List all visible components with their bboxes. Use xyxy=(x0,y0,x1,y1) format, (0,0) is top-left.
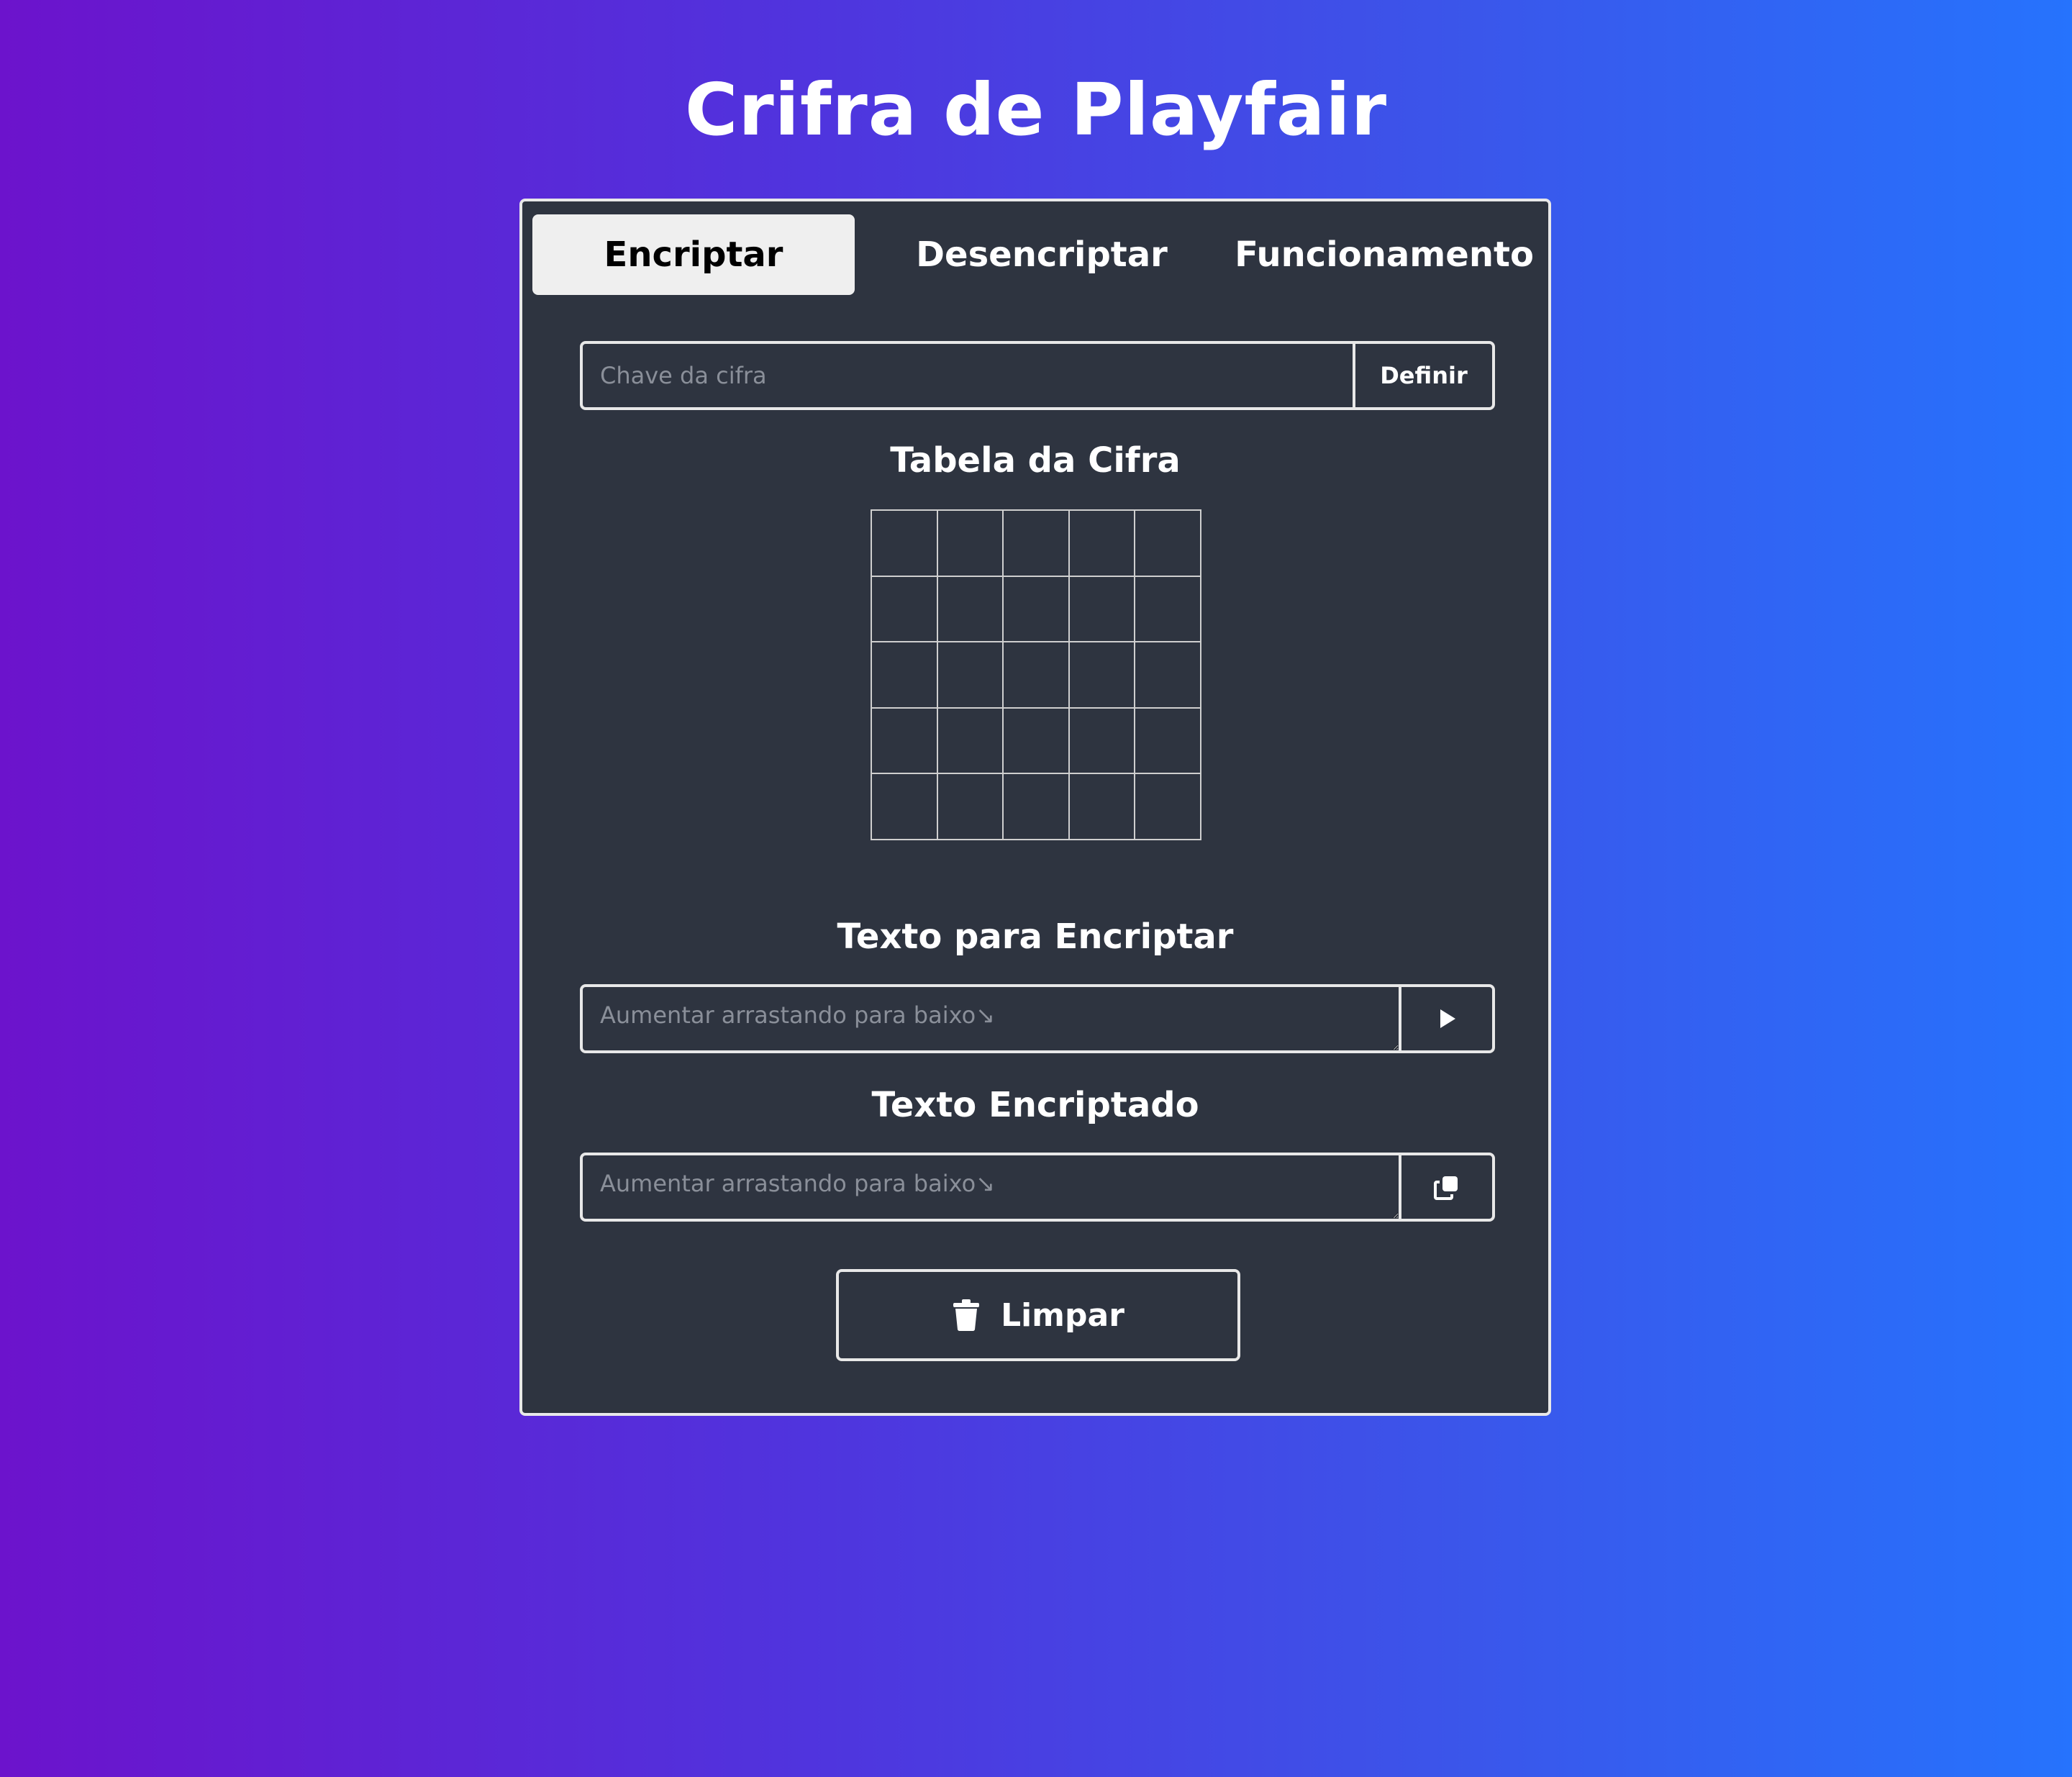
copy-icon xyxy=(1434,1176,1458,1200)
table-cell xyxy=(872,511,938,577)
table-cell xyxy=(1135,576,1201,643)
table-cell xyxy=(872,708,938,775)
table-cell xyxy=(1135,511,1201,577)
play-icon xyxy=(1440,1009,1455,1028)
table-cell xyxy=(1135,708,1201,775)
plaintext-input[interactable] xyxy=(583,987,1399,1050)
table-cell xyxy=(1004,642,1070,709)
plaintext-title: Texto para Encriptar xyxy=(837,917,1234,957)
table-cell xyxy=(1004,576,1070,643)
table-cell xyxy=(937,708,1004,775)
table-cell xyxy=(1069,774,1136,840)
table-cell xyxy=(1004,708,1070,775)
table-cell xyxy=(872,642,938,709)
ciphertext-row xyxy=(580,1153,1495,1222)
key-input[interactable] xyxy=(583,344,1353,407)
table-title: Tabela da Cifra xyxy=(890,440,1181,481)
table-cell xyxy=(1069,708,1136,775)
tab-encriptar[interactable]: Encriptar xyxy=(532,214,855,295)
encrypt-button[interactable] xyxy=(1399,987,1492,1050)
copy-button[interactable] xyxy=(1399,1155,1492,1219)
page-title: Crifra de Playfair xyxy=(684,68,1388,152)
cipher-table xyxy=(871,509,1201,840)
table-cell xyxy=(937,511,1004,577)
clear-button[interactable]: Limpar xyxy=(836,1269,1240,1361)
cipher-card: Encriptar Desencriptar Funcionamento Def… xyxy=(519,199,1551,1416)
table-cell xyxy=(1004,774,1070,840)
trash-icon xyxy=(953,1299,980,1332)
table-cell xyxy=(937,774,1004,840)
table-cell xyxy=(1135,642,1201,709)
table-cell xyxy=(872,576,938,643)
clear-label: Limpar xyxy=(1001,1296,1124,1334)
table-cell xyxy=(1069,642,1136,709)
table-cell xyxy=(1069,511,1136,577)
table-cell xyxy=(872,774,938,840)
plaintext-row xyxy=(580,984,1495,1053)
ciphertext-output[interactable] xyxy=(583,1155,1399,1219)
table-cell xyxy=(1069,576,1136,643)
define-key-button[interactable]: Definir xyxy=(1353,344,1492,407)
table-cell xyxy=(1004,511,1070,577)
table-cell xyxy=(937,642,1004,709)
tab-desencriptar[interactable]: Desencriptar xyxy=(875,214,1209,295)
tab-funcionamento[interactable]: Funcionamento xyxy=(1227,214,1541,295)
table-cell xyxy=(1135,774,1201,840)
table-cell xyxy=(937,576,1004,643)
key-row: Definir xyxy=(580,341,1495,410)
ciphertext-title: Texto Encriptado xyxy=(871,1085,1199,1125)
